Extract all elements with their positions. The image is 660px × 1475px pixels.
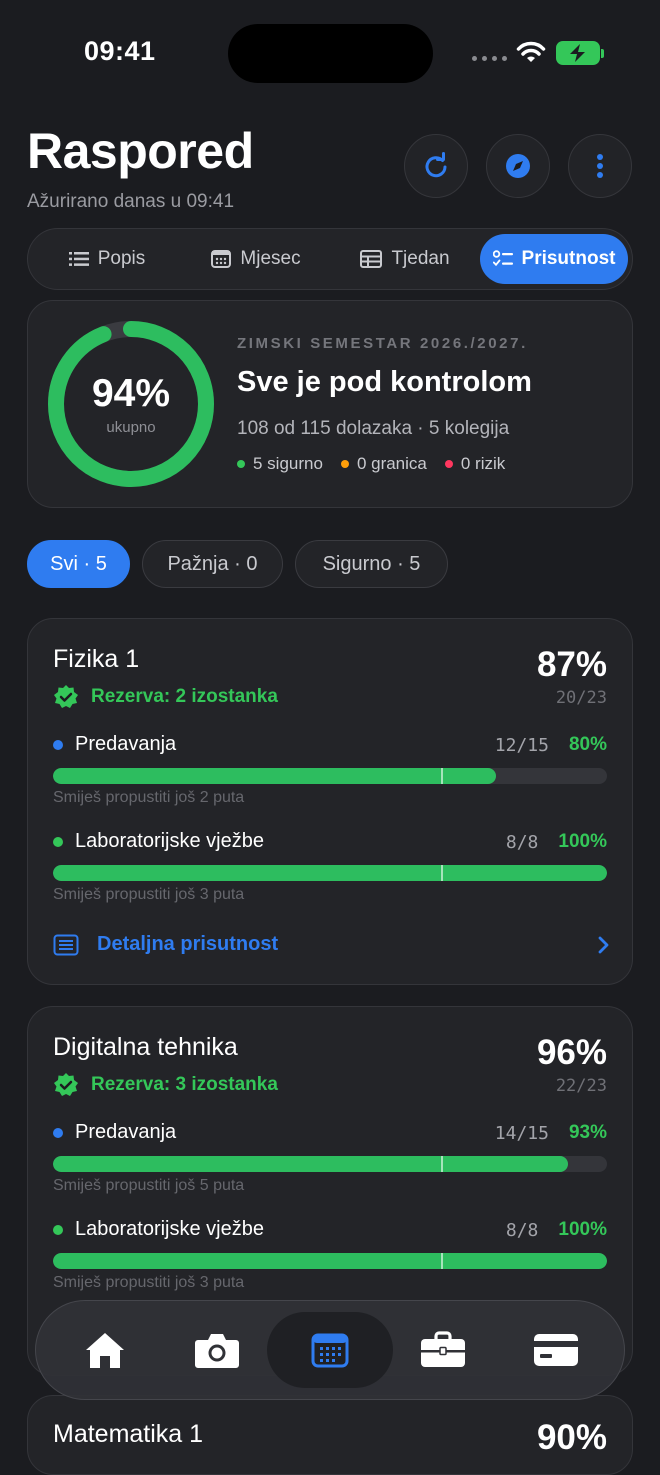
progress-bar (53, 865, 607, 881)
detail-attendance-link[interactable]: Detaljna prisutnost (53, 933, 609, 956)
progress-bar (53, 1253, 607, 1269)
course-percent: 87% (536, 645, 607, 684)
refresh-icon (425, 152, 447, 178)
filter-safe[interactable]: Sigurno · 5 (295, 540, 448, 588)
progress-fill (53, 865, 607, 881)
course-percent: 96% (536, 1033, 607, 1072)
navigate-button[interactable] (486, 134, 550, 198)
legend-borderline: 0 granica (340, 454, 427, 474)
compass-icon (506, 154, 530, 178)
camera-icon (195, 1334, 239, 1368)
wifi-icon (516, 41, 546, 62)
page-title: Raspored (27, 123, 254, 179)
course-percent: 90% (536, 1418, 607, 1457)
legend-risk: 0 rizik (444, 454, 505, 474)
last-updated-text: Ažurirano danas u 09:41 (27, 191, 235, 212)
course-title: Digitalna tehnika (53, 1033, 238, 1061)
more-vertical-icon (597, 154, 603, 178)
battery-icon (556, 41, 600, 65)
table-week-icon (360, 250, 383, 268)
row-percent: 100% (558, 1219, 607, 1240)
tab-mjesec-label: Mjesec (240, 248, 301, 269)
course-reserve: Rezerva: 2 izostanka (53, 684, 278, 710)
row-predavanja: Predavanja (53, 733, 176, 756)
threshold-marker (440, 768, 443, 784)
progress-bar (53, 768, 607, 784)
tab-home[interactable] (67, 1312, 143, 1388)
status-time: 09:41 (84, 36, 156, 66)
tab-prisutnost[interactable]: Prisutnost (480, 234, 628, 284)
cellular-signal-icon (472, 56, 507, 61)
row-percent: 93% (568, 1122, 607, 1143)
row-hint: Smiješ propustiti još 2 puta (53, 789, 245, 806)
row-predavanja-stats: 14/15 93% (347, 1122, 607, 1144)
credit-card-icon (534, 1334, 578, 1366)
more-button[interactable] (568, 134, 632, 198)
calendar-month-icon (211, 250, 232, 268)
tab-popis-label: Popis (97, 248, 146, 269)
course-fraction: 20/23 (555, 688, 607, 708)
legend-safe: 5 sigurno (237, 454, 323, 474)
tab-tjedan[interactable]: Tjedan (331, 234, 479, 284)
progress-bar (53, 1156, 607, 1172)
refresh-button[interactable] (404, 134, 468, 198)
chevron-right-icon (598, 936, 609, 953)
course-reserve: Rezerva: 3 izostanka (53, 1072, 278, 1098)
row-predavanja: Predavanja (53, 1121, 176, 1144)
tab-schedule[interactable] (267, 1312, 393, 1388)
filter-attention[interactable]: Pažnja · 0 (142, 540, 283, 588)
row-laboratorijske: Laboratorijske vježbe (53, 1218, 264, 1241)
overall-percent: 94% (91, 372, 171, 415)
tab-tjedan-label: Tjedan (391, 248, 450, 269)
course-fraction: 22/23 (555, 1076, 607, 1096)
threshold-marker (440, 1253, 443, 1269)
status-legend: 5 sigurno 0 granica 0 rizik (237, 454, 505, 474)
tab-camera[interactable] (179, 1312, 255, 1388)
filter-all[interactable]: Svi · 5 (27, 540, 130, 588)
semester-label: ZIMSKI SEMESTAR 2026./2027. (237, 335, 528, 352)
document-list-icon (53, 934, 79, 955)
row-count: 8/8 (505, 831, 539, 853)
overall-caption: ukupno (106, 419, 156, 436)
threshold-marker (440, 865, 443, 881)
calendar-icon (311, 1333, 349, 1368)
verified-badge-icon (54, 1073, 78, 1096)
row-count: 12/15 (494, 734, 549, 756)
dynamic-island (228, 24, 433, 83)
tab-mjesec[interactable]: Mjesec (181, 234, 331, 284)
detail-link-label: Detaljna prisutnost (97, 933, 279, 955)
tab-popis[interactable]: Popis (33, 234, 181, 284)
view-switcher: Popis Mjesec Tjedan Prisutnost (27, 228, 633, 290)
tab-work[interactable] (405, 1312, 481, 1388)
battery-cap (601, 49, 604, 58)
course-title: Fizika 1 (53, 645, 140, 673)
checklist-icon (492, 250, 513, 267)
progress-fill (53, 1253, 607, 1269)
briefcase-icon (421, 1331, 465, 1367)
row-laboratorijske-stats: 8/8 100% (347, 1219, 607, 1241)
row-count: 8/8 (505, 1219, 539, 1241)
tab-payments[interactable] (518, 1312, 594, 1388)
home-icon (86, 1333, 124, 1368)
verified-badge-icon (54, 685, 78, 708)
row-count: 14/15 (494, 1122, 549, 1144)
summary-detail: 108 od 115 dolazaka · 5 kolegija (237, 418, 510, 439)
row-laboratorijske: Laboratorijske vježbe (53, 830, 264, 853)
summary-title: Sve je pod kontrolom (237, 366, 532, 398)
row-percent: 100% (558, 831, 607, 852)
list-icon (68, 252, 89, 266)
row-percent: 80% (568, 734, 607, 755)
threshold-marker (440, 1156, 443, 1172)
row-predavanja-stats: 12/15 80% (347, 734, 607, 756)
tab-prisutnost-label: Prisutnost (521, 248, 616, 269)
progress-fill (53, 1156, 569, 1172)
row-hint: Smiješ propustiti još 5 puta (53, 1177, 245, 1194)
progress-fill (53, 768, 497, 784)
row-hint: Smiješ propustiti još 3 puta (53, 1274, 245, 1291)
row-laboratorijske-stats: 8/8 100% (347, 831, 607, 853)
row-hint: Smiješ propustiti još 3 puta (53, 886, 245, 903)
